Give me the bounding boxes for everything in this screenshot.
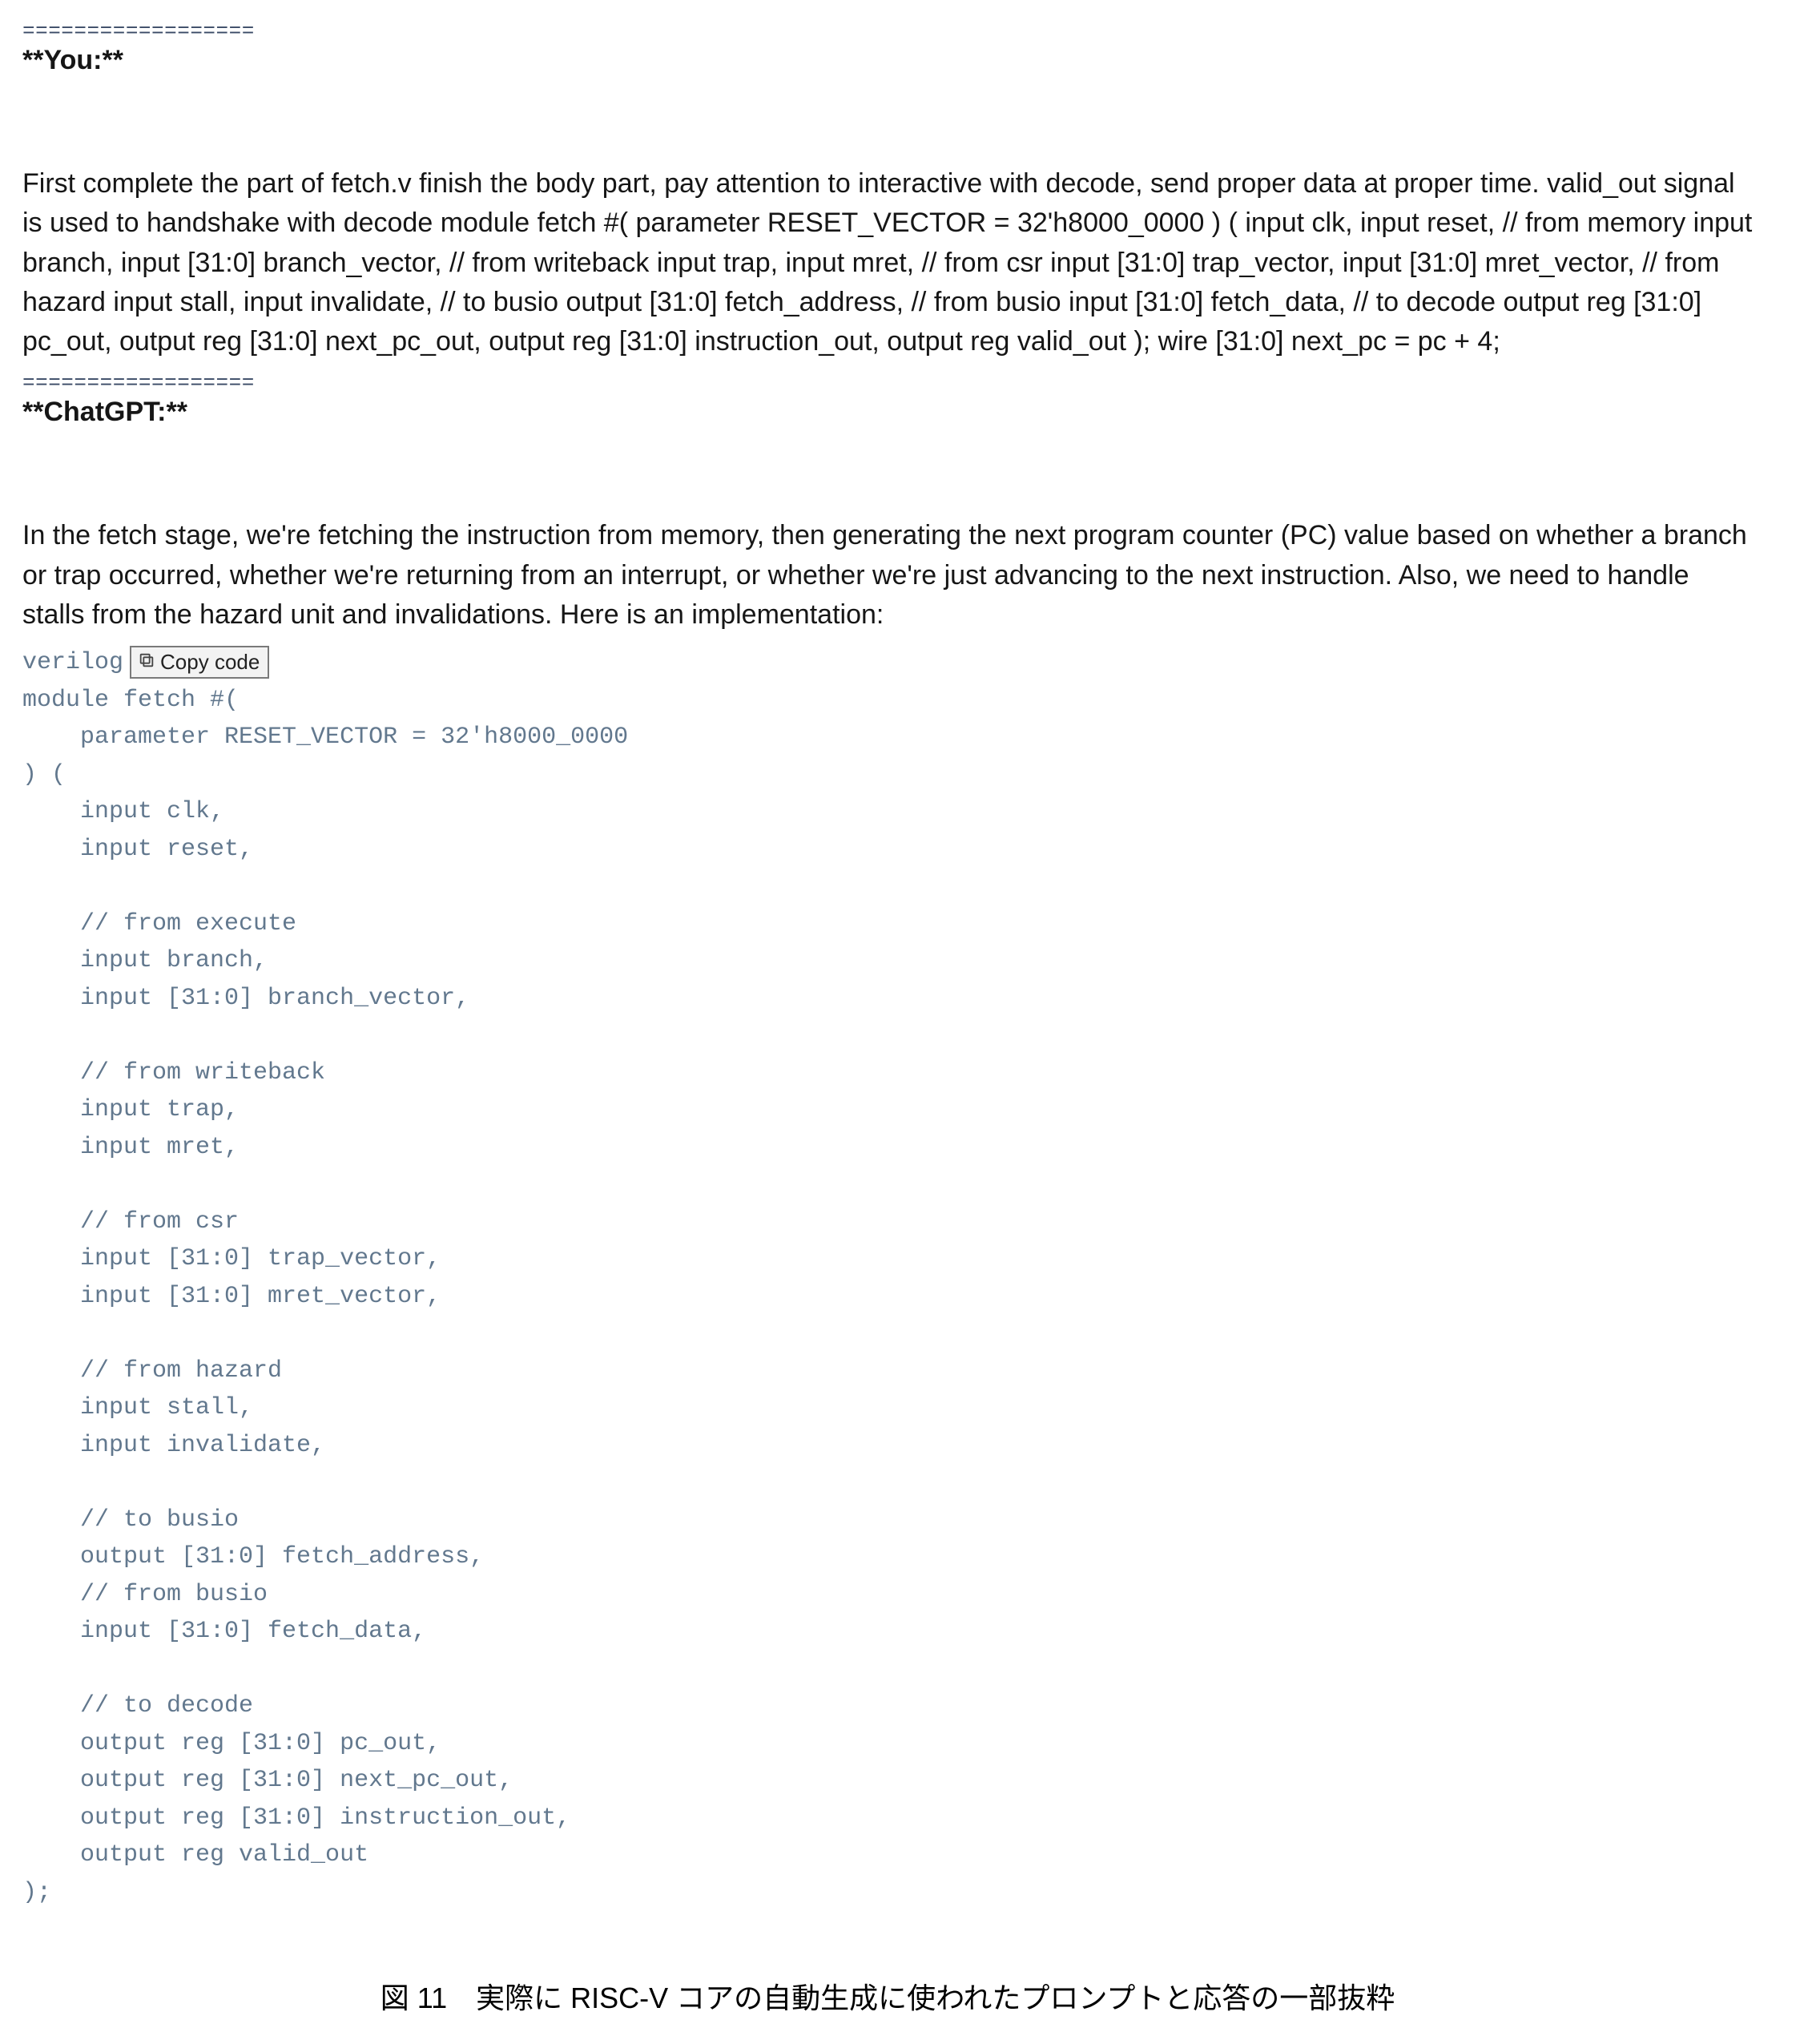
code-language-label: verilog — [22, 649, 123, 676]
separator-mid: ================== — [22, 371, 1753, 395]
speaker-you: **You:** — [22, 45, 1753, 76]
separator-top: ================== — [22, 19, 1753, 43]
assistant-response-text: In the fetch stage, we're fetching the i… — [22, 516, 1753, 635]
copy-icon — [138, 649, 155, 675]
figure-caption: 図 11 実際に RISC-V コアの自動生成に使われたプロンプトと応答の一部抜… — [22, 1975, 1753, 2017]
code-block: verilog Copy code module fetch #( parame… — [22, 646, 1753, 1911]
copy-code-button[interactable]: Copy code — [130, 646, 269, 679]
code-header: verilog Copy code — [22, 646, 1753, 679]
copy-code-label: Copy code — [160, 649, 260, 675]
user-prompt: First complete the part of fetch.v finis… — [22, 164, 1753, 361]
code-body: module fetch #( parameter RESET_VECTOR =… — [22, 682, 1753, 1912]
speaker-chatgpt: **ChatGPT:** — [22, 397, 1753, 428]
